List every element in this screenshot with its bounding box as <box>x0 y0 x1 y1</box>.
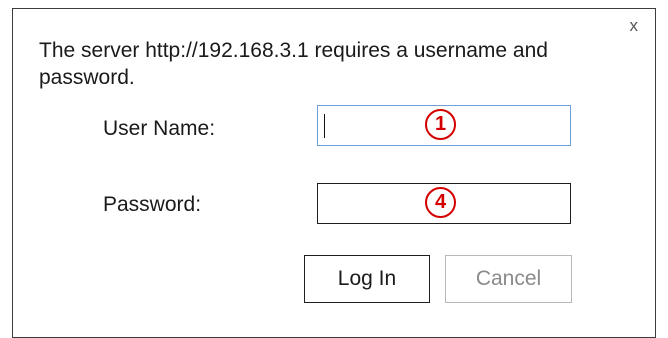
username-field[interactable]: 1 <box>317 105 571 146</box>
text-caret <box>324 114 325 138</box>
password-label: Password: <box>103 193 202 216</box>
step-marker-password: 4 <box>425 187 456 218</box>
username-label: User Name: <box>103 117 216 140</box>
step-marker-username: 1 <box>425 109 456 140</box>
login-button[interactable]: Log In <box>304 255 430 303</box>
cancel-button[interactable]: Cancel <box>445 255 572 303</box>
login-dialog: x The server http://192.168.3.1 requires… <box>12 8 656 338</box>
close-icon[interactable]: x <box>630 17 639 34</box>
password-field[interactable]: 4 <box>317 183 571 224</box>
auth-message: The server http://192.168.3.1 requires a… <box>39 39 548 89</box>
